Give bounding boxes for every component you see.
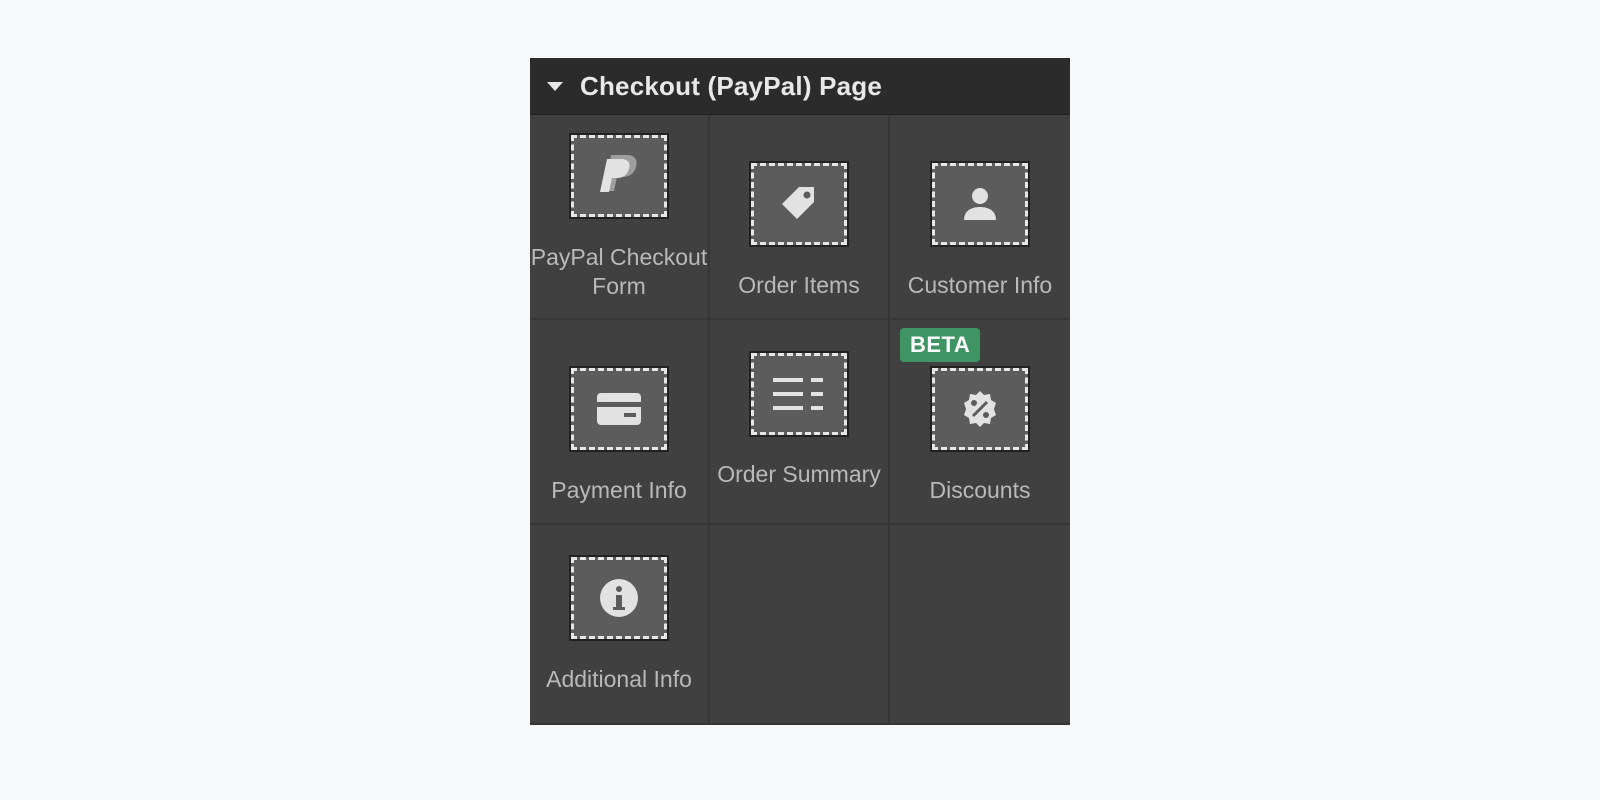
- tag-icon: [782, 187, 814, 219]
- panel-header[interactable]: Checkout (PayPal) Page: [530, 58, 1070, 115]
- person-icon: [964, 188, 996, 220]
- element-label: Payment Info: [551, 477, 687, 503]
- element-thumbnail: [569, 133, 669, 219]
- element-paypal-checkout-form[interactable]: PayPal Checkout Form: [530, 115, 710, 320]
- element-label: Additional Info: [546, 666, 692, 692]
- element-thumbnail: [749, 161, 849, 247]
- panel-title: Checkout (PayPal) Page: [580, 70, 883, 101]
- element-payment-info[interactable]: Payment Info: [530, 320, 710, 525]
- empty-cell: [890, 525, 1070, 725]
- element-thumbnail: [569, 555, 669, 641]
- element-thumbnail: [569, 366, 669, 452]
- element-additional-info[interactable]: Additional Info: [530, 525, 710, 725]
- element-customer-info[interactable]: Customer Info: [890, 115, 1070, 320]
- element-label: Order Summary: [717, 461, 881, 487]
- beta-badge: BETA: [900, 328, 981, 362]
- checkout-paypal-panel: Checkout (PayPal) Page PayPal Checkout F…: [530, 58, 1070, 725]
- element-label: Order Items: [738, 272, 860, 298]
- credit-card-icon: [597, 393, 641, 425]
- element-label: Customer Info: [907, 272, 1053, 298]
- element-order-items[interactable]: Order Items: [710, 115, 890, 320]
- element-thumbnail: [930, 161, 1030, 247]
- element-order-summary[interactable]: Order Summary: [710, 320, 890, 525]
- element-label: PayPal Checkout Form: [530, 244, 708, 299]
- element-discounts[interactable]: BETA Discounts: [890, 320, 1070, 525]
- caret-down-icon[interactable]: [547, 81, 563, 91]
- info-icon: [600, 579, 638, 617]
- element-label: Discounts: [929, 477, 1031, 503]
- paypal-icon: [600, 155, 637, 192]
- list-icon: [773, 378, 823, 410]
- discount-icon: [964, 391, 996, 427]
- empty-cell: [710, 525, 890, 725]
- element-thumbnail: [930, 366, 1030, 452]
- element-thumbnail: [749, 351, 849, 437]
- element-grid: PayPal Checkout Form Order Items Custome…: [530, 115, 1070, 725]
